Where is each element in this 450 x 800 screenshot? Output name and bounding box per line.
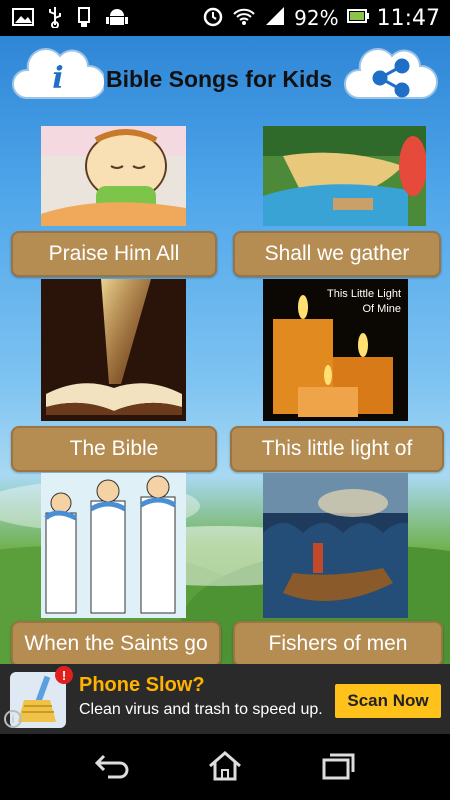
navigation-bar bbox=[0, 734, 450, 800]
song-button-when-the-saints[interactable]: When the Saints go bbox=[11, 621, 221, 664]
ad-subtitle: Clean virus and trash to speed up. bbox=[79, 701, 323, 718]
ad-title: Phone Slow? bbox=[79, 674, 205, 696]
wifi-icon bbox=[232, 6, 256, 31]
info-icon: i bbox=[52, 61, 63, 96]
song-thumbnail-when-the-saints[interactable] bbox=[41, 473, 186, 618]
song-thumbnail-praise-him-all[interactable] bbox=[41, 126, 186, 226]
song-button-fishers-of-men[interactable]: Fishers of men bbox=[233, 621, 443, 664]
back-icon[interactable] bbox=[94, 752, 130, 787]
status-bar: 92% 11:47 bbox=[0, 0, 450, 36]
home-icon[interactable] bbox=[207, 750, 243, 787]
song-button-praise-him-all[interactable]: Praise Him All bbox=[11, 231, 217, 277]
sim-icon bbox=[76, 6, 92, 33]
page-title: Bible Songs for Kids bbox=[106, 66, 333, 92]
clock: 11:47 bbox=[376, 5, 440, 31]
song-thumbnail-shall-we-gather[interactable] bbox=[263, 126, 426, 226]
candle-caption-line2: Of Mine bbox=[362, 303, 401, 315]
info-button[interactable]: i bbox=[11, 44, 106, 111]
scan-now-button[interactable]: Scan Now bbox=[335, 684, 441, 718]
battery-icon bbox=[346, 8, 369, 29]
alarm-icon bbox=[202, 5, 224, 32]
song-button-shall-we-gather[interactable]: Shall we gather bbox=[233, 231, 441, 277]
song-thumbnail-this-little-light[interactable]: This Little Light Of Mine bbox=[263, 279, 408, 421]
song-thumbnail-fishers-of-men[interactable] bbox=[263, 473, 408, 618]
song-button-this-little-light[interactable]: This little light of bbox=[230, 426, 444, 472]
recent-apps-icon[interactable] bbox=[320, 752, 356, 787]
signal-icon bbox=[264, 6, 286, 31]
candle-caption-line1: This Little Light bbox=[327, 288, 401, 300]
song-thumbnail-the-bible[interactable] bbox=[41, 279, 186, 421]
alert-badge: ! bbox=[55, 666, 73, 684]
android-icon bbox=[106, 6, 128, 33]
share-button[interactable] bbox=[343, 44, 438, 111]
ad-banner[interactable]: ! Phone Slow? Clean virus and trash to s… bbox=[0, 664, 450, 734]
app-content: i Bible Songs for Kids Praise Him All Sh… bbox=[0, 36, 450, 664]
song-button-the-bible[interactable]: The Bible bbox=[11, 426, 217, 472]
usb-icon bbox=[48, 6, 62, 33]
ad-info-icon[interactable]: i bbox=[4, 710, 22, 728]
gallery-icon bbox=[12, 7, 34, 32]
battery-percent: 92% bbox=[294, 6, 339, 30]
